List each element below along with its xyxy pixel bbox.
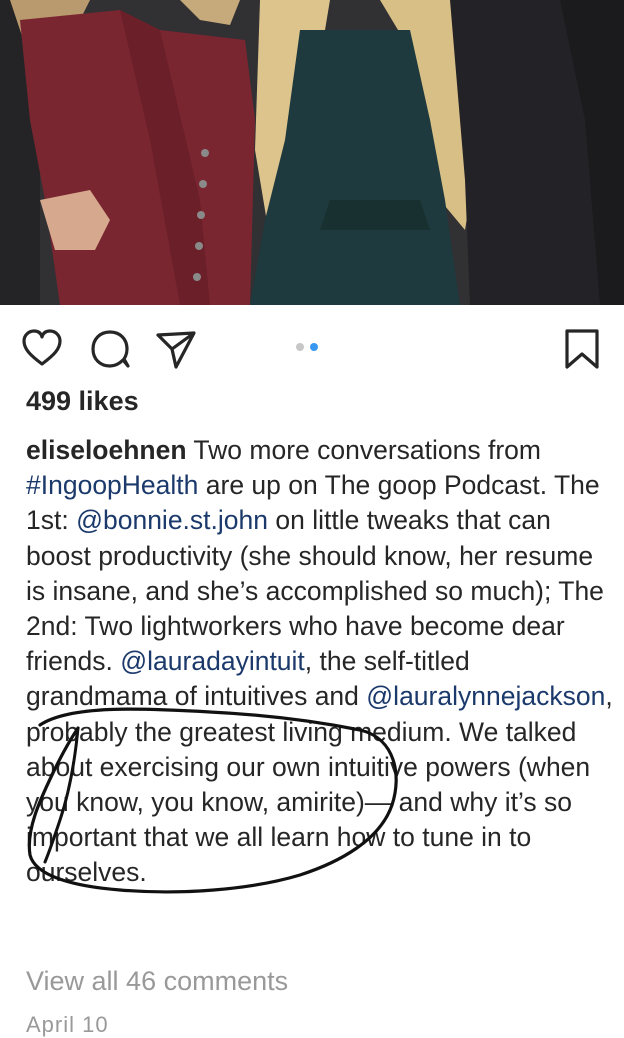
caption-text: , probably the greatest living medium. W… — [26, 681, 613, 888]
post-photo[interactable] — [0, 0, 624, 305]
post-action-bar — [0, 305, 624, 385]
comment-icon[interactable] — [89, 327, 133, 371]
mention-link[interactable]: @bonnie.st.john — [76, 505, 268, 535]
hashtag-link[interactable]: #IngoopHealth — [26, 470, 198, 500]
mention-link[interactable]: @lauradayintuit — [120, 646, 305, 676]
heart-icon[interactable] — [20, 327, 64, 371]
likes-count[interactable]: 499 likes — [26, 386, 139, 417]
post-caption: eliseloehnen Two more conversations from… — [26, 433, 616, 891]
caption-username[interactable]: eliseloehnen — [26, 435, 187, 465]
bookmark-icon[interactable] — [560, 327, 604, 371]
caption-text: Two more conversations from — [186, 435, 541, 465]
carousel-indicator — [296, 343, 318, 353]
view-all-comments-link[interactable]: View all 46 comments — [26, 966, 288, 997]
share-icon[interactable] — [154, 327, 198, 371]
carousel-dot — [296, 343, 304, 351]
post-date: April 10 — [26, 1012, 109, 1037]
mention-link[interactable]: @lauralynnejackson — [366, 681, 605, 711]
carousel-dot-active — [310, 343, 318, 351]
